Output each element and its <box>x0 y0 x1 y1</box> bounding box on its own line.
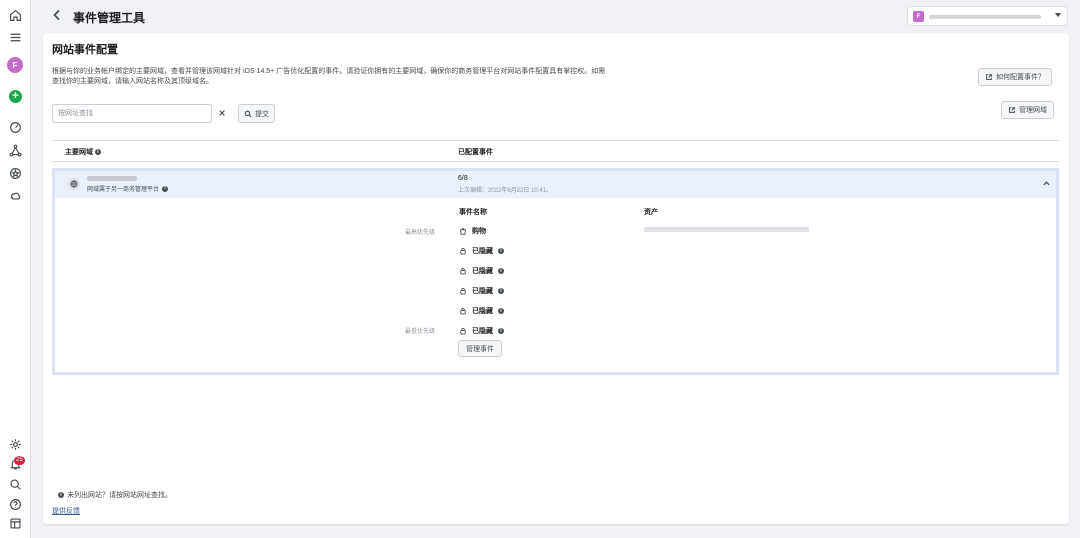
search-icon <box>244 110 252 117</box>
collapse-chevron-up-icon[interactable] <box>1043 180 1051 188</box>
domain-owner-note-text: 网域属于另一商务管理平台 <box>87 187 160 193</box>
asset-redacted <box>644 227 809 232</box>
star-badge-icon[interactable] <box>8 166 23 181</box>
lock-icon <box>460 328 466 335</box>
event-name-header: 事件名称 <box>459 209 487 216</box>
event-label: 已隐藏 <box>472 248 493 255</box>
info-icon[interactable]: i <box>498 248 504 254</box>
lowest-priority-label: 最低优先级 <box>405 329 436 335</box>
main-card: 网站事件配置 根据与你的业务帐户绑定的主要网域，查看并管理该网域针对 iOS 1… <box>43 33 1069 524</box>
manage-events-button[interactable]: 管理事件 <box>458 340 502 357</box>
domain-name-redacted <box>87 176 137 181</box>
highest-priority-label: 最高优先级 <box>405 230 436 236</box>
lock-icon <box>460 308 466 315</box>
manage-domains-button[interactable]: 管理网域 <box>1001 101 1054 119</box>
left-rail: F + 25 <box>0 0 31 538</box>
search-icon[interactable] <box>8 477 23 492</box>
last-edited-text: 上次编辑：2022年6月22日 10:41。 <box>458 188 553 194</box>
domain-row-expanded: 网域属于另一商务管理平台 i 6/8 上次编辑：2022年6月22日 10:41… <box>52 168 1059 375</box>
event-item: 已隐藏 i <box>459 306 504 316</box>
submit-search-button[interactable]: 提交 <box>238 104 275 123</box>
home-icon[interactable] <box>8 8 23 23</box>
configured-events-count: 6/8 <box>458 175 468 182</box>
panel-layout-icon[interactable] <box>8 516 23 531</box>
shopping-bag-icon <box>460 228 466 235</box>
event-label: 购物 <box>472 228 486 235</box>
column-header-domain: 主要网域 i <box>65 147 101 157</box>
account-selector[interactable]: F <box>907 6 1068 26</box>
dropdown-caret-icon <box>1055 13 1061 17</box>
menu-icon[interactable] <box>8 30 23 45</box>
settings-gear-icon[interactable] <box>8 437 23 452</box>
event-item: 已隐藏 i <box>459 266 504 276</box>
not-listed-text: 未列出网站？请按网站网址查找。 <box>67 492 172 499</box>
domain-row-header[interactable]: 网域属于另一商务管理平台 i 6/8 上次编辑：2022年6月22日 10:41… <box>55 171 1056 198</box>
event-label: 已隐藏 <box>472 308 493 315</box>
top-bar: 事件管理工具 F <box>31 0 1080 33</box>
event-item: 购物 <box>459 226 486 236</box>
account-name-redacted <box>929 15 1041 19</box>
account-initial: F <box>913 11 924 22</box>
info-icon[interactable]: i <box>162 185 169 192</box>
dashboard-gauge-icon[interactable] <box>8 120 23 135</box>
how-to-configure-label: 如何配置事件？ <box>996 74 1045 81</box>
divider <box>52 161 1059 162</box>
lock-icon <box>460 248 466 255</box>
notification-count-badge: 25 <box>14 456 25 465</box>
info-icon[interactable]: i <box>498 268 504 274</box>
url-search-input[interactable] <box>52 104 212 123</box>
lock-icon <box>460 288 466 295</box>
event-label: 已隐藏 <box>472 288 493 295</box>
page-title: 网站事件配置 <box>52 44 118 56</box>
external-link-icon <box>1009 107 1015 113</box>
brain-icon[interactable] <box>8 189 23 204</box>
info-icon[interactable]: i <box>95 149 101 155</box>
event-item: 已隐藏 i <box>459 286 504 296</box>
info-icon: i <box>58 492 64 498</box>
manage-domains-label: 管理网域 <box>1019 107 1047 114</box>
info-icon[interactable]: i <box>498 288 504 294</box>
column-header-events: 已配置事件 <box>458 147 493 157</box>
divider <box>52 140 1059 141</box>
asset-header: 资产 <box>644 209 658 216</box>
info-icon[interactable]: i <box>498 308 504 314</box>
column-domain-label: 主要网域 <box>65 149 93 156</box>
help-icon[interactable] <box>8 497 23 512</box>
clear-search-icon[interactable] <box>216 107 228 119</box>
back-chevron-icon[interactable] <box>51 9 65 23</box>
not-listed-note: i 未列出网站？请按网站网址查找。 <box>58 490 172 500</box>
column-events-label: 已配置事件 <box>458 149 493 156</box>
event-item: 已隐藏 i <box>459 326 504 336</box>
globe-icon <box>68 178 80 190</box>
lock-icon <box>460 268 466 275</box>
account-avatar[interactable]: F <box>7 57 23 73</box>
event-item: 已隐藏 i <box>459 246 504 256</box>
domain-owner-note: 网域属于另一商务管理平台 i <box>87 184 169 193</box>
event-label: 已隐藏 <box>472 268 493 275</box>
page-description: 根据与你的业务帐户绑定的主要网域，查看并管理该网域针对 iOS 14.5+ 广告… <box>52 68 606 85</box>
how-to-configure-button[interactable]: 如何配置事件？ <box>978 68 1052 86</box>
info-icon[interactable]: i <box>498 328 504 334</box>
feedback-link[interactable]: 提供反馈 <box>52 506 80 516</box>
create-plus-icon[interactable]: + <box>9 90 22 103</box>
submit-label: 提交 <box>255 110 269 118</box>
external-link-icon <box>986 74 992 80</box>
network-icon[interactable] <box>8 143 23 158</box>
app-title: 事件管理工具 <box>73 11 146 25</box>
event-label: 已隐藏 <box>472 328 493 335</box>
